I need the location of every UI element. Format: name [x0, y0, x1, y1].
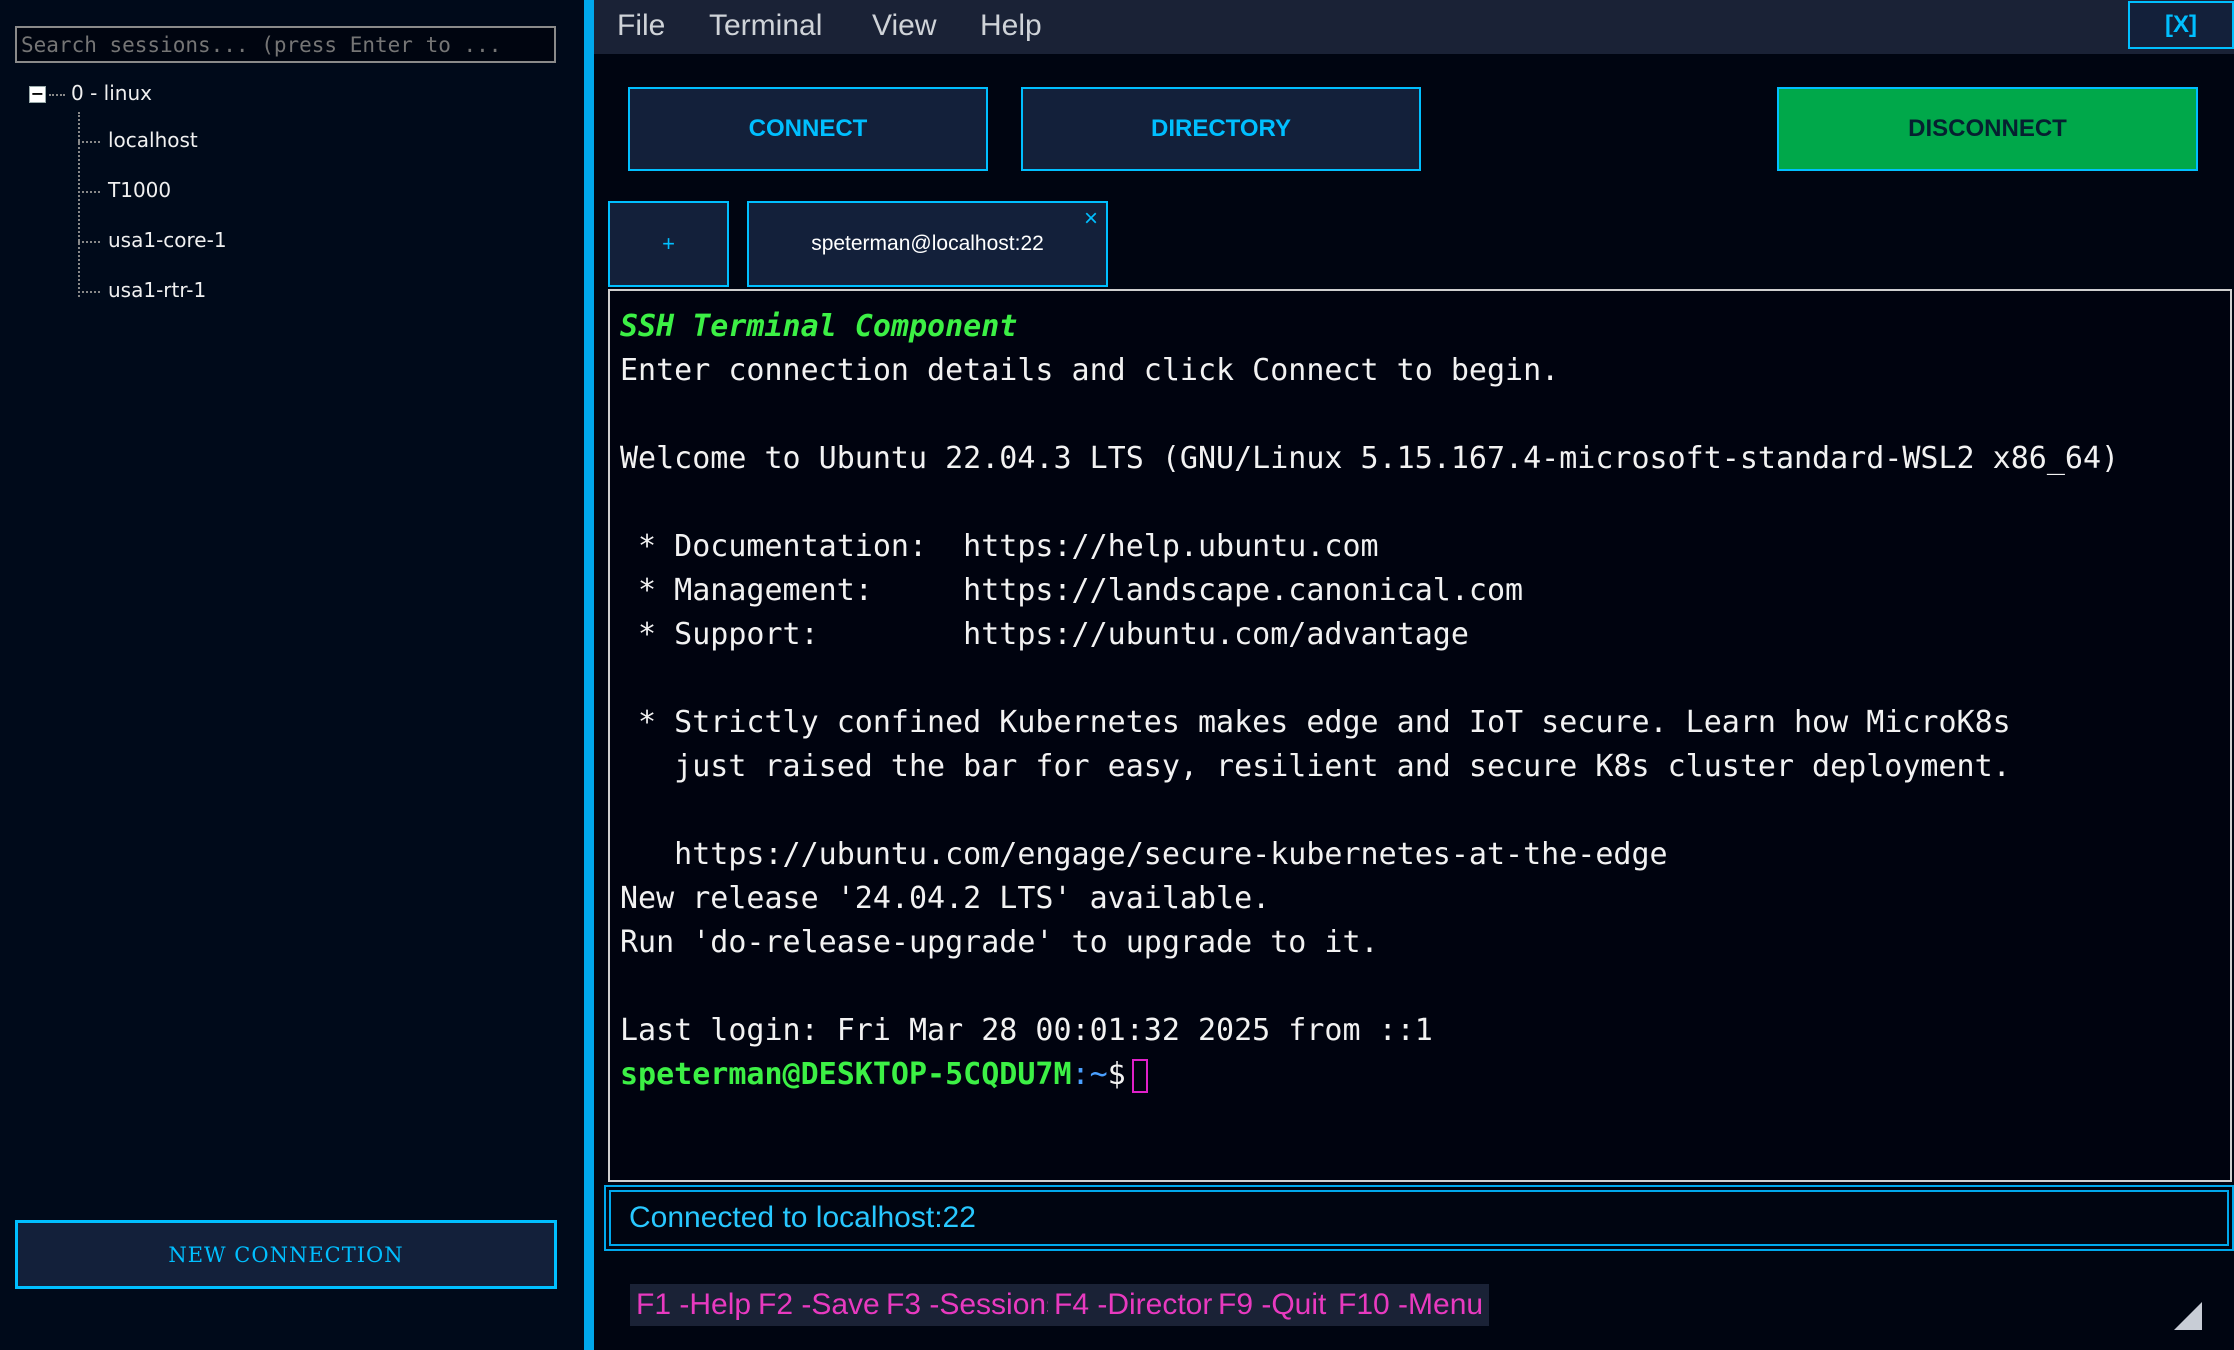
session-search-input[interactable] — [15, 26, 556, 63]
terminal-line: New release '24.04.2 LTS' available. — [620, 881, 1271, 916]
terminal-line: * Strictly confined Kubernetes makes edg… — [620, 705, 2011, 740]
sidebar-splitter[interactable] — [584, 0, 594, 1350]
tree-connector — [49, 94, 65, 96]
fkey-key: F10 — [1338, 1288, 1390, 1321]
tree-item-label: usa1-rtr-1 — [108, 278, 207, 302]
tree-item-label: T1000 — [108, 178, 172, 202]
terminal-line: just raised the bar for easy, resilient … — [620, 749, 2011, 784]
menu-file[interactable]: File — [617, 9, 665, 43]
fkey-key: F4 — [1054, 1288, 1090, 1321]
terminal-output[interactable]: SSH Terminal Component Enter connection … — [608, 289, 2232, 1182]
terminal-line: Welcome to Ubuntu 22.04.3 LTS (GNU/Linux… — [620, 441, 2120, 476]
prompt-symbol: $ — [1107, 1057, 1126, 1092]
fkey-help[interactable]: F1 -Help — [630, 1284, 758, 1326]
terminal-line: Last login: Fri Mar 28 00:01:32 2025 fro… — [620, 1013, 1433, 1048]
collapse-icon[interactable]: − — [29, 86, 46, 103]
disconnect-button[interactable]: DISCONNECT — [1777, 87, 2198, 171]
status-bar: Connected to localhost:22 — [604, 1185, 2234, 1251]
terminal-line: Enter connection details and click Conne… — [620, 353, 1560, 388]
menu-terminal[interactable]: Terminal — [709, 9, 822, 43]
tree-item-label: usa1-core-1 — [108, 228, 227, 252]
terminal-cursor — [1131, 1058, 1148, 1093]
main-panel: File Terminal View Help [X] CONNECT DIRE… — [594, 0, 2234, 1350]
menu-view[interactable]: View — [872, 9, 936, 43]
new-tab-button[interactable]: + — [608, 201, 729, 287]
fkey-menu[interactable]: F10 -Menu — [1332, 1284, 1490, 1326]
fkey-label: Save — [811, 1288, 880, 1321]
terminal-prompt: speterman@DESKTOP-5CQDU7M:~$ — [620, 1053, 2230, 1097]
prompt-separator: : — [1071, 1057, 1090, 1092]
fkey-label: Menu — [1408, 1288, 1484, 1321]
menu-help[interactable]: Help — [980, 9, 1042, 43]
tree-connector — [78, 191, 100, 193]
prompt-path: ~ — [1089, 1057, 1108, 1092]
fkey-sessions[interactable]: F3 -Sessions — [880, 1284, 1068, 1326]
tab-session-label: speterman@localhost:22 — [811, 232, 1044, 255]
directory-button[interactable]: DIRECTORY — [1021, 87, 1421, 171]
tree-connector — [78, 291, 100, 293]
menu-bar: File Terminal View Help [X] — [594, 0, 2234, 54]
fkey-key: F9 — [1218, 1288, 1254, 1321]
terminal-title: SSH Terminal Component — [620, 309, 1018, 344]
fkey-key: F3 — [886, 1288, 922, 1321]
tree-item-label: localhost — [108, 128, 198, 152]
fkey-save[interactable]: F2 -Save — [752, 1284, 886, 1326]
session-sidebar: − 0 - linux localhost T1000 usa1-core-1 … — [0, 0, 584, 1350]
fkey-directory[interactable]: F4 -Directory — [1048, 1284, 1234, 1326]
fkey-label: Directory — [1107, 1288, 1228, 1321]
fkey-label: Quit — [1271, 1288, 1327, 1321]
resize-grip-icon[interactable] — [2174, 1302, 2202, 1330]
fkey-label: Help — [689, 1288, 752, 1321]
prompt-user-host: speterman@DESKTOP-5CQDU7M — [620, 1057, 1072, 1092]
tree-folder-linux[interactable]: 0 - linux — [71, 81, 152, 105]
fkey-key: F2 — [758, 1288, 794, 1321]
fkey-key: F1 — [636, 1288, 672, 1321]
terminal-line: https://ubuntu.com/engage/secure-kuberne… — [620, 837, 1668, 872]
terminal-line: * Documentation: https://help.ubuntu.com — [620, 529, 1379, 564]
terminal-line: Run 'do-release-upgrade' to upgrade to i… — [620, 925, 1379, 960]
connect-button[interactable]: CONNECT — [628, 87, 988, 171]
tree-connector — [78, 241, 100, 243]
tree-connector — [78, 112, 80, 297]
session-tree: − 0 - linux localhost T1000 usa1-core-1 … — [0, 76, 584, 316]
terminal-line: * Support: https://ubuntu.com/advantage — [620, 617, 1469, 652]
fkey-label: Sessions — [939, 1288, 1062, 1321]
tab-session[interactable]: speterman@localhost:22 × — [747, 201, 1108, 287]
close-tab-icon[interactable]: × — [1084, 207, 1098, 231]
status-text: Connected to localhost:22 — [609, 1190, 2229, 1246]
fkey-quit[interactable]: F9 -Quit — [1212, 1284, 1333, 1326]
close-window-button[interactable]: [X] — [2128, 1, 2234, 49]
new-connection-button[interactable]: NEW CONNECTION — [15, 1220, 557, 1289]
tree-connector — [78, 141, 100, 143]
terminal-lines: Enter connection details and click Conne… — [620, 349, 2230, 1053]
terminal-line: * Management: https://landscape.canonica… — [620, 573, 1524, 608]
